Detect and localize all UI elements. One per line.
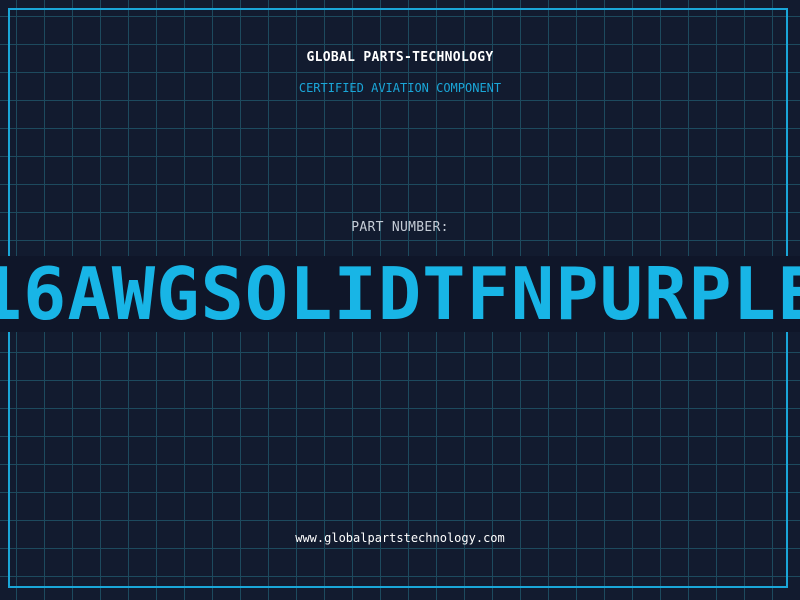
certification-subtitle: CERTIFIED AVIATION COMPONENT bbox=[298, 81, 502, 95]
part-number-label: PART NUMBER: bbox=[351, 220, 449, 235]
part-number-value: 16AWGSOLIDTFNPURPLE bbox=[0, 256, 800, 332]
company-name: GLOBAL PARTS-TECHNOLOGY bbox=[306, 50, 494, 65]
part-number-band: 16AWGSOLIDTFNPURPLE bbox=[0, 256, 800, 332]
certificate-page: GLOBAL PARTS-TECHNOLOGY CERTIFIED AVIATI… bbox=[0, 0, 800, 600]
website-url: www.globalpartstechnology.com bbox=[295, 531, 505, 545]
